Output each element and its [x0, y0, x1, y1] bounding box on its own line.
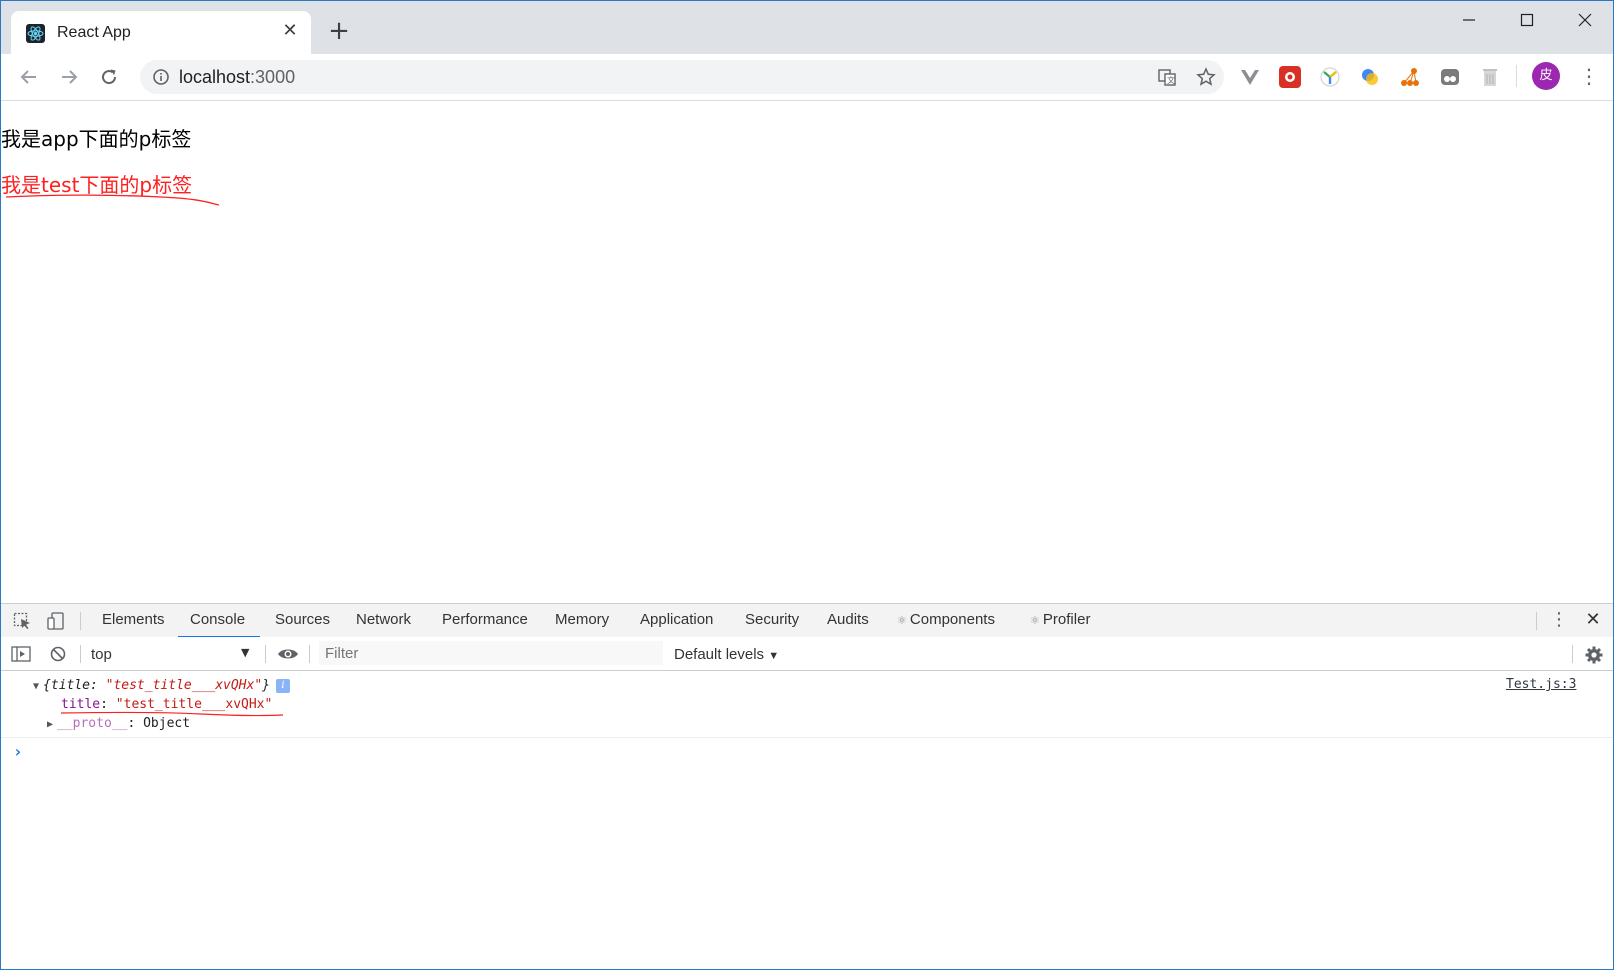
devtools-close-icon[interactable]: ✕: [1582, 609, 1604, 633]
reload-icon[interactable]: [95, 63, 123, 91]
tampermonkey-icon[interactable]: [1439, 66, 1461, 88]
log-levels-dropdown[interactable]: Default levels ▼: [674, 646, 779, 663]
forward-icon[interactable]: [55, 63, 83, 91]
tab-separator: [80, 612, 81, 630]
chevron-down-icon: ▼: [768, 650, 780, 662]
tab-application[interactable]: Application: [640, 611, 713, 628]
devtools-tabbar: Elements Console Sources Network Perform…: [1, 603, 1613, 638]
tab-network[interactable]: Network: [356, 611, 411, 628]
sitemap-extension-icon[interactable]: [1399, 66, 1421, 88]
translate-extension-icon[interactable]: [1359, 66, 1381, 88]
toolbar-separator: [1572, 645, 1573, 663]
react-favicon-icon: [26, 24, 45, 43]
tab-components[interactable]: ⚛ Components: [897, 611, 995, 628]
new-tab-icon[interactable]: +: [326, 18, 352, 44]
tab-console[interactable]: Console: [190, 611, 245, 628]
tab-close-icon[interactable]: ✕: [279, 20, 301, 42]
tab-audits[interactable]: Audits: [827, 611, 869, 628]
browser-window: React App ✕ + localhost:3000 文 皮 ⋮ 我是app…: [0, 0, 1614, 970]
toolbar-separator: [309, 645, 310, 663]
inspect-element-icon[interactable]: [13, 612, 33, 630]
console-log-entry: ▼ {title: "test_title___xvQHx"} i title: "…: [1, 671, 1613, 738]
tab-profiler[interactable]: ⚛ Profiler: [1030, 611, 1090, 628]
toolbar-separator: [1516, 65, 1517, 87]
window-close-icon[interactable]: [1557, 1, 1613, 39]
device-toolbar-icon[interactable]: [46, 612, 66, 630]
tab-performance[interactable]: Performance: [442, 611, 528, 628]
page-viewport: 我是app下面的p标签 我是test下面的p标签: [1, 101, 1613, 603]
profile-avatar[interactable]: 皮: [1532, 62, 1560, 90]
trash-extension-icon[interactable]: [1479, 66, 1501, 88]
svg-text:文: 文: [1167, 75, 1175, 85]
proto-key: __proto__: [57, 716, 128, 731]
toolbar-separator: [80, 645, 81, 663]
back-icon[interactable]: [15, 63, 43, 91]
object-proto[interactable]: ▶ __proto__: Object: [47, 716, 190, 731]
address-bar[interactable]: localhost:3000 文: [140, 60, 1224, 94]
proto-value: Object: [143, 716, 191, 731]
minimize-icon[interactable]: [1441, 1, 1497, 39]
site-info-icon[interactable]: [152, 68, 170, 86]
show-sidebar-icon[interactable]: [11, 645, 31, 663]
source-link[interactable]: Test.js:3: [1506, 677, 1576, 692]
chevron-down-icon[interactable]: ▼: [241, 646, 249, 659]
toolbar-separator: [265, 645, 266, 663]
console-prompt[interactable]: ›: [13, 742, 23, 761]
react-atom-icon: ⚛: [1030, 615, 1043, 627]
browser-menu-icon[interactable]: ⋮: [1579, 63, 1599, 89]
console-output: ▼ {title: "test_title___xvQHx"} i title: "…: [1, 671, 1613, 969]
console-filter-input[interactable]: [319, 641, 663, 665]
tab-separator: [1536, 612, 1537, 630]
bookmark-star-icon[interactable]: [1196, 67, 1216, 87]
tab-strip: React App ✕ +: [1, 1, 1613, 54]
tab-sources[interactable]: Sources: [275, 611, 330, 628]
tab-profiler-label: Profiler: [1042, 611, 1091, 628]
url-port: :3000: [250, 67, 296, 87]
console-toolbar: top ▼ Default levels ▼: [1, 637, 1613, 671]
react-atom-icon: ⚛: [897, 615, 910, 627]
tab-components-label: Components: [909, 611, 995, 628]
translate-icon[interactable]: 文: [1157, 67, 1177, 87]
tab-security[interactable]: Security: [745, 611, 799, 628]
tab-elements[interactable]: Elements: [102, 611, 165, 628]
vue-devtools-icon[interactable]: [1239, 66, 1261, 88]
red-underline-annotation: [5, 194, 220, 206]
extension-red-icon[interactable]: [1279, 66, 1301, 88]
console-settings-gear-icon[interactable]: [1584, 645, 1604, 664]
live-expression-eye-icon[interactable]: [277, 645, 298, 663]
url-text: localhost:3000: [179, 67, 295, 88]
context-selector[interactable]: top: [91, 646, 112, 663]
url-host: localhost: [179, 67, 251, 87]
expand-triangle-icon[interactable]: ▶: [47, 719, 57, 730]
tab-title: React App: [57, 24, 131, 41]
log-levels-label: Default levels: [674, 646, 765, 663]
yuque-extension-icon[interactable]: [1319, 66, 1341, 88]
clear-console-icon[interactable]: [48, 645, 68, 663]
devtools-menu-icon[interactable]: ⋮: [1549, 609, 1569, 633]
browser-tab[interactable]: React App ✕: [11, 11, 311, 54]
proto-separator: :: [127, 716, 144, 731]
tab-memory[interactable]: Memory: [555, 611, 609, 628]
maximize-icon[interactable]: [1499, 1, 1555, 39]
